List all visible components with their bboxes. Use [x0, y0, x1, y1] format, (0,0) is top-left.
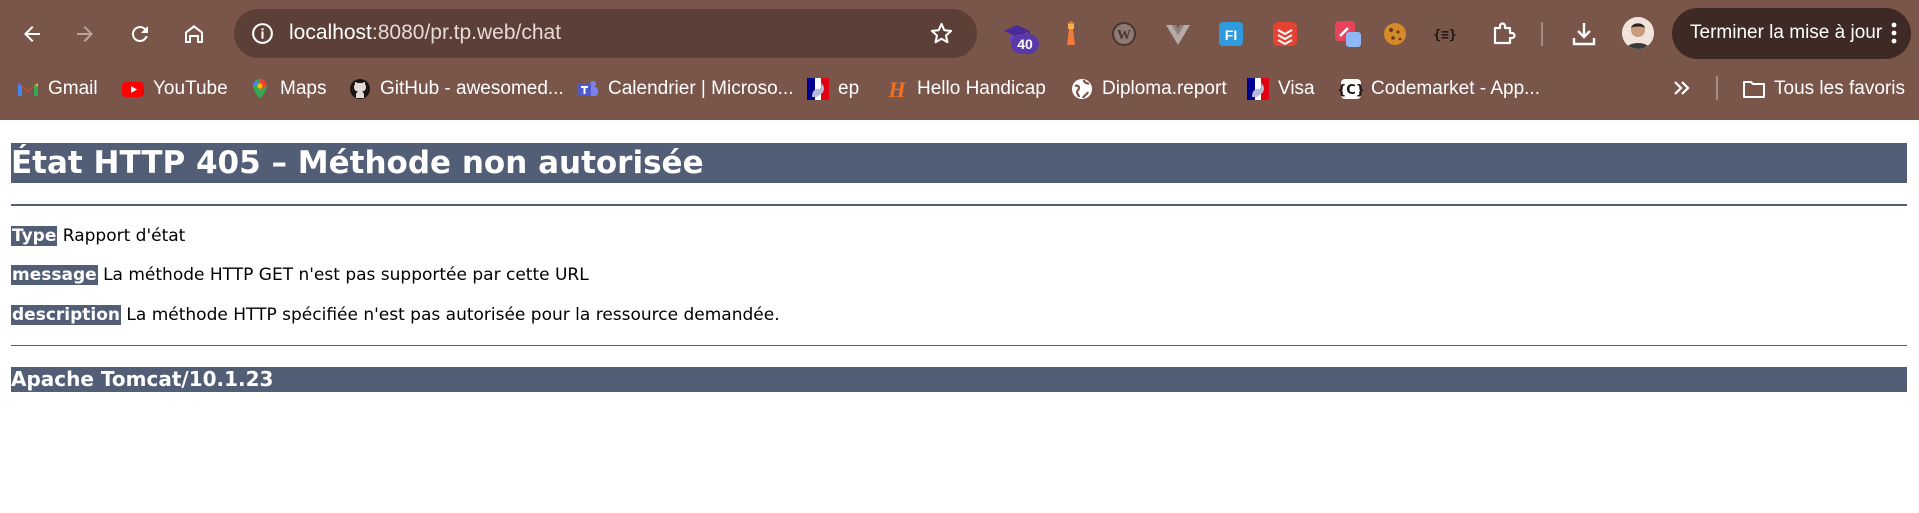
bookmark-github[interactable]: GitHub - awesomed...	[348, 75, 564, 103]
back-button[interactable]	[12, 14, 52, 54]
description-value: La méthode HTTP spécifiée n'est pas auto…	[126, 305, 780, 325]
fi-extension-icon[interactable]: FI	[1214, 17, 1248, 51]
teams-icon	[578, 81, 598, 96]
json-extension-icon[interactable]: {≡}	[1428, 17, 1462, 51]
extension-badge: 40	[1011, 34, 1039, 54]
svg-text:W: W	[1117, 28, 1131, 43]
all-bookmarks-button[interactable]: Tous les favoris	[1742, 75, 1905, 103]
site-info-icon[interactable]	[250, 21, 275, 46]
link-extension-icon[interactable]	[1331, 17, 1365, 51]
home-button[interactable]	[174, 14, 214, 54]
address-bar[interactable]: localhost:8080/pr.tp.web/chat	[234, 9, 977, 58]
forward-button[interactable]	[65, 14, 105, 54]
browser-chrome: localhost:8080/pr.tp.web/chat 40 W FI {≡…	[0, 0, 1919, 120]
address-url[interactable]: localhost:8080/pr.tp.web/chat	[289, 21, 561, 45]
bookmark-label: Gmail	[48, 78, 98, 99]
puzzle-icon[interactable]	[1487, 17, 1521, 51]
description-label: description	[11, 305, 122, 325]
hello-handicap-icon: H	[887, 77, 906, 101]
type-row: Type Rapport d'état	[11, 226, 185, 246]
folder-icon	[1743, 81, 1765, 98]
three-dots-icon	[1891, 22, 1897, 44]
message-value: La méthode HTTP GET n'est pas supportée …	[103, 265, 589, 285]
divider	[11, 204, 1907, 206]
reload-icon	[131, 26, 148, 43]
github-icon	[350, 79, 370, 99]
server-version: Apache Tomcat/10.1.23	[11, 367, 1907, 392]
cookie-extension-icon[interactable]	[1378, 17, 1412, 51]
arrow-right-icon	[77, 26, 93, 42]
divider	[11, 345, 1907, 346]
message-row: message La méthode HTTP GET n'est pas su…	[11, 265, 589, 285]
bookmark-youtube[interactable]: YouTube	[121, 75, 228, 103]
double-chevron-right-icon[interactable]	[1670, 76, 1694, 100]
type-label: Type	[11, 226, 58, 246]
marianne-icon	[1247, 78, 1269, 100]
bookmark-hello-handicap[interactable]: H Hello Handicap	[885, 75, 1046, 103]
browser-toolbar: localhost:8080/pr.tp.web/chat 40 W FI {≡…	[0, 0, 1919, 68]
reload-button[interactable]	[120, 14, 160, 54]
address-host: localhost	[289, 21, 372, 44]
gmail-icon	[18, 83, 38, 96]
codemarket-icon: {C}	[1339, 79, 1363, 99]
bookmarks-separator	[1716, 76, 1718, 100]
youtube-icon	[122, 82, 144, 97]
bookmark-label: YouTube	[153, 78, 228, 99]
page-title: État HTTP 405 – Méthode non autorisée	[11, 143, 1907, 183]
message-label: message	[11, 265, 98, 285]
all-bookmarks-label: Tous les favoris	[1774, 78, 1905, 99]
bookmark-label: Diploma.report	[1102, 78, 1227, 99]
home-icon	[185, 25, 203, 43]
bookmarks-bar: Gmail YouTube Maps GitHub - awesomed... …	[0, 70, 1919, 108]
bookmark-ep[interactable]: ep	[806, 75, 859, 103]
marianne-icon	[807, 78, 829, 100]
svg-text:{C}: {C}	[1339, 83, 1363, 98]
address-path: :8080/pr.tp.web/chat	[371, 21, 562, 44]
bookmark-label: Calendrier | Microso...	[608, 78, 794, 99]
globe-icon	[1072, 79, 1092, 99]
bookmark-visa[interactable]: Visa	[1246, 75, 1315, 103]
update-button-label: Terminer la mise à jour	[1690, 22, 1883, 43]
bookmark-label: ep	[838, 78, 860, 99]
arrow-left-icon	[24, 26, 40, 42]
update-button[interactable]: Terminer la mise à jour	[1672, 8, 1911, 59]
description-row: description La méthode HTTP spécifiée n'…	[11, 305, 780, 325]
bookmark-label: Visa	[1278, 78, 1315, 99]
bookmark-gmail[interactable]: Gmail	[16, 75, 98, 103]
bookmark-label: Codemarket - App...	[1371, 78, 1540, 99]
avatar[interactable]	[1622, 17, 1654, 49]
toolbar-separator	[1541, 22, 1543, 46]
error-page: État HTTP 405 – Méthode non autorisée Ty…	[0, 120, 1919, 513]
star-icon[interactable]	[928, 20, 955, 47]
vuejs-extension-icon[interactable]	[1161, 17, 1195, 51]
svg-text:{≡}: {≡}	[1433, 28, 1456, 43]
bookmark-label: Hello Handicap	[917, 78, 1046, 99]
type-value: Rapport d'état	[62, 226, 186, 246]
bookmark-diploma-report[interactable]: Diploma.report	[1070, 75, 1227, 103]
bookmark-maps[interactable]: Maps	[248, 75, 326, 103]
bookmark-label: Maps	[280, 78, 327, 99]
bookmark-calendrier[interactable]: Calendrier | Microso...	[576, 75, 794, 103]
svg-text:H: H	[887, 77, 906, 101]
download-icon[interactable]	[1567, 17, 1601, 51]
bookmark-codemarket[interactable]: {C} Codemarket - App...	[1339, 75, 1540, 103]
maps-pin-icon	[253, 79, 267, 99]
wordpress-extension-icon[interactable]: W	[1107, 17, 1141, 51]
bookmark-label: GitHub - awesomed...	[380, 78, 564, 99]
lighthouse-extension-icon[interactable]	[1054, 17, 1088, 51]
todoist-extension-icon[interactable]	[1268, 17, 1302, 51]
svg-text:FI: FI	[1225, 27, 1237, 43]
